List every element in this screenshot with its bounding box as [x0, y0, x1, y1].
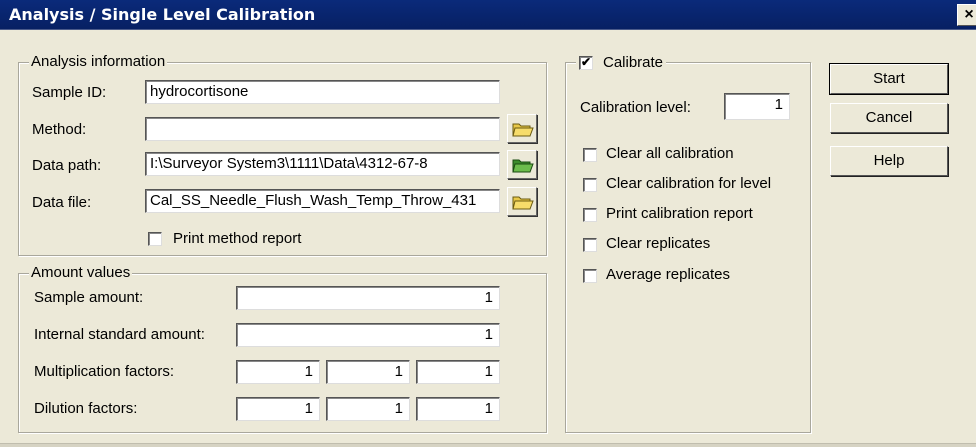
close-icon: × [964, 6, 974, 23]
internal-standard-amount-field[interactable]: 1 [236, 323, 500, 347]
help-button[interactable]: Help [830, 146, 948, 176]
data-file-label: Data file: [32, 194, 92, 211]
dilution-factors-label: Dilution factors: [34, 400, 138, 417]
data-path-field[interactable]: I:\Surveyor System3\1111\Data\4312-67-8 [145, 152, 500, 176]
average-replicates-checkbox[interactable] [583, 269, 597, 283]
close-button[interactable]: × [957, 4, 976, 26]
dilution-factor-2-field[interactable]: 1 [326, 397, 410, 421]
calibration-level-label: Calibration level: [580, 99, 691, 116]
average-replicates-label[interactable]: Average replicates [606, 266, 730, 284]
group-label-analysis-information: Analysis information [29, 53, 168, 70]
method-field[interactable] [145, 117, 500, 141]
calibrate-group-header: ✔ Calibrate [576, 54, 667, 72]
window-title: Analysis / Single Level Calibration [9, 5, 316, 24]
clear-replicates-checkbox[interactable] [583, 238, 597, 252]
print-method-report-label[interactable]: Print method report [173, 230, 301, 248]
clear-calibration-for-level-label[interactable]: Clear calibration for level [606, 175, 771, 193]
calibrate-checkbox[interactable]: ✔ [579, 56, 593, 70]
dilution-factor-3-field[interactable]: 1 [416, 397, 500, 421]
sample-amount-label: Sample amount: [34, 289, 144, 306]
folder-open-icon [512, 159, 534, 173]
data-path-browse-button[interactable] [507, 150, 537, 179]
cancel-button[interactable]: Cancel [830, 103, 948, 133]
window-bottom-border [0, 443, 976, 447]
folder-open-icon [512, 196, 534, 210]
title-bar: Analysis / Single Level Calibration × [0, 0, 976, 30]
method-browse-button[interactable] [507, 114, 537, 143]
print-calibration-report-label[interactable]: Print calibration report [606, 205, 753, 223]
multiplication-factors-label: Multiplication factors: [34, 363, 175, 380]
clear-all-calibration-label[interactable]: Clear all calibration [606, 145, 734, 163]
print-method-report-checkbox[interactable] [148, 232, 162, 246]
start-button[interactable]: Start [829, 63, 949, 95]
sample-id-field[interactable]: hydrocortisone [145, 80, 500, 104]
data-path-label: Data path: [32, 157, 102, 174]
group-label-amount-values: Amount values [29, 264, 133, 281]
dilution-factor-1-field[interactable]: 1 [236, 397, 320, 421]
method-label: Method: [32, 121, 87, 138]
calibration-level-field[interactable]: 1 [724, 93, 790, 120]
calibrate-label[interactable]: Calibrate [603, 54, 663, 71]
print-calibration-report-checkbox[interactable] [583, 208, 597, 222]
sample-amount-field[interactable]: 1 [236, 286, 500, 310]
folder-open-icon [512, 123, 534, 137]
data-file-field[interactable]: Cal_SS_Needle_Flush_Wash_Temp_Throw_431 [145, 189, 500, 213]
clear-all-calibration-checkbox[interactable] [583, 148, 597, 162]
clear-calibration-for-level-checkbox[interactable] [583, 178, 597, 192]
internal-standard-amount-label: Internal standard amount: [34, 326, 205, 343]
multiplication-factor-2-field[interactable]: 1 [326, 360, 410, 384]
multiplication-factor-3-field[interactable]: 1 [416, 360, 500, 384]
multiplication-factor-1-field[interactable]: 1 [236, 360, 320, 384]
clear-replicates-label[interactable]: Clear replicates [606, 235, 710, 253]
data-file-browse-button[interactable] [507, 187, 537, 216]
sample-id-label: Sample ID: [32, 84, 107, 101]
